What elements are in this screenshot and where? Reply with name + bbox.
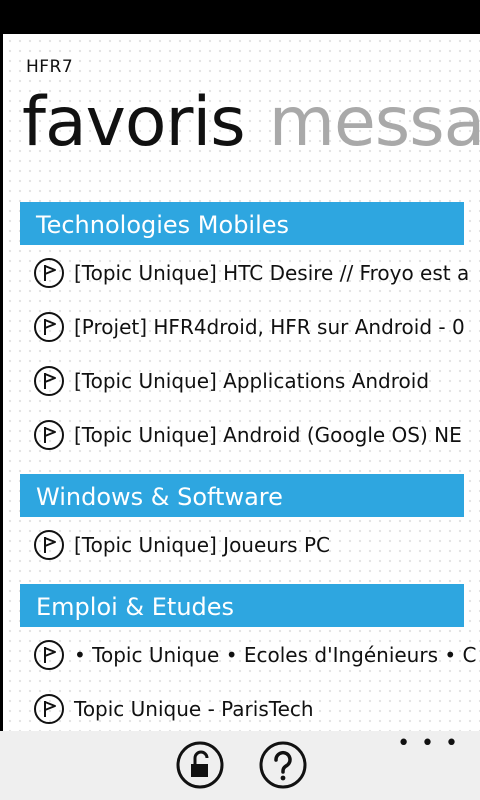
group-header-windows-software[interactable]: Windows & Software <box>20 474 464 517</box>
flag-icon <box>33 693 65 725</box>
topic-group: Windows & Software [Topic Unique] Joueur… <box>20 474 480 572</box>
flag-icon <box>33 639 65 671</box>
topic-title: Topic Unique - ParisTech <box>74 697 314 721</box>
group-header-emploi-etudes[interactable]: Emploi & Etudes <box>20 584 464 627</box>
app-bar: • • • <box>0 731 480 800</box>
topic-title: • Topic Unique • Ecoles d'Ingénieurs • C <box>74 643 477 667</box>
status-bar <box>0 0 480 34</box>
flag-icon <box>33 257 65 289</box>
topic-item[interactable]: [Projet] HFR4droid, HFR sur Android - 0 <box>20 300 480 354</box>
help-icon <box>259 741 307 793</box>
flag-icon <box>33 529 65 561</box>
topic-title: [Topic Unique] Android (Google OS) NE <box>74 423 462 447</box>
flag-icon <box>33 311 65 343</box>
help-button[interactable] <box>259 741 307 793</box>
topic-title: [Projet] HFR4droid, HFR sur Android - 0 <box>74 315 465 339</box>
topic-item[interactable]: [Topic Unique] HTC Desire // Froyo est a <box>20 246 480 300</box>
pivot-item-favoris[interactable]: favoris <box>22 83 246 162</box>
pivot-header: favoris messag <box>22 83 480 163</box>
unlock-button[interactable] <box>176 741 224 793</box>
favorites-list: Technologies Mobiles [Topic Unique] HTC … <box>20 202 480 731</box>
more-options-button[interactable]: • • • <box>397 733 460 755</box>
topic-item[interactable]: Topic Unique - ParisTech <box>20 682 480 731</box>
unlock-icon <box>176 741 224 793</box>
flag-icon <box>33 365 65 397</box>
topic-item[interactable]: [Topic Unique] Joueurs PC <box>20 518 480 572</box>
page: HFR7 favoris messag Technologies Mobiles … <box>3 34 480 731</box>
topic-title: [Topic Unique] HTC Desire // Froyo est a <box>74 261 470 285</box>
pivot-item-messages[interactable]: messag <box>269 83 480 162</box>
topic-item[interactable]: • Topic Unique • Ecoles d'Ingénieurs • C <box>20 628 480 682</box>
topic-title: [Topic Unique] Joueurs PC <box>74 533 330 557</box>
group-header-technologies-mobiles[interactable]: Technologies Mobiles <box>20 202 464 245</box>
topic-group: Emploi & Etudes • Topic Unique • Ecoles … <box>20 584 480 731</box>
topic-item[interactable]: [Topic Unique] Applications Android <box>20 354 480 408</box>
topic-group: Technologies Mobiles [Topic Unique] HTC … <box>20 202 480 462</box>
topic-title: [Topic Unique] Applications Android <box>74 369 430 393</box>
topic-item[interactable]: [Topic Unique] Android (Google OS) NE <box>20 408 480 462</box>
flag-icon <box>33 419 65 451</box>
app-title: HFR7 <box>26 57 74 77</box>
